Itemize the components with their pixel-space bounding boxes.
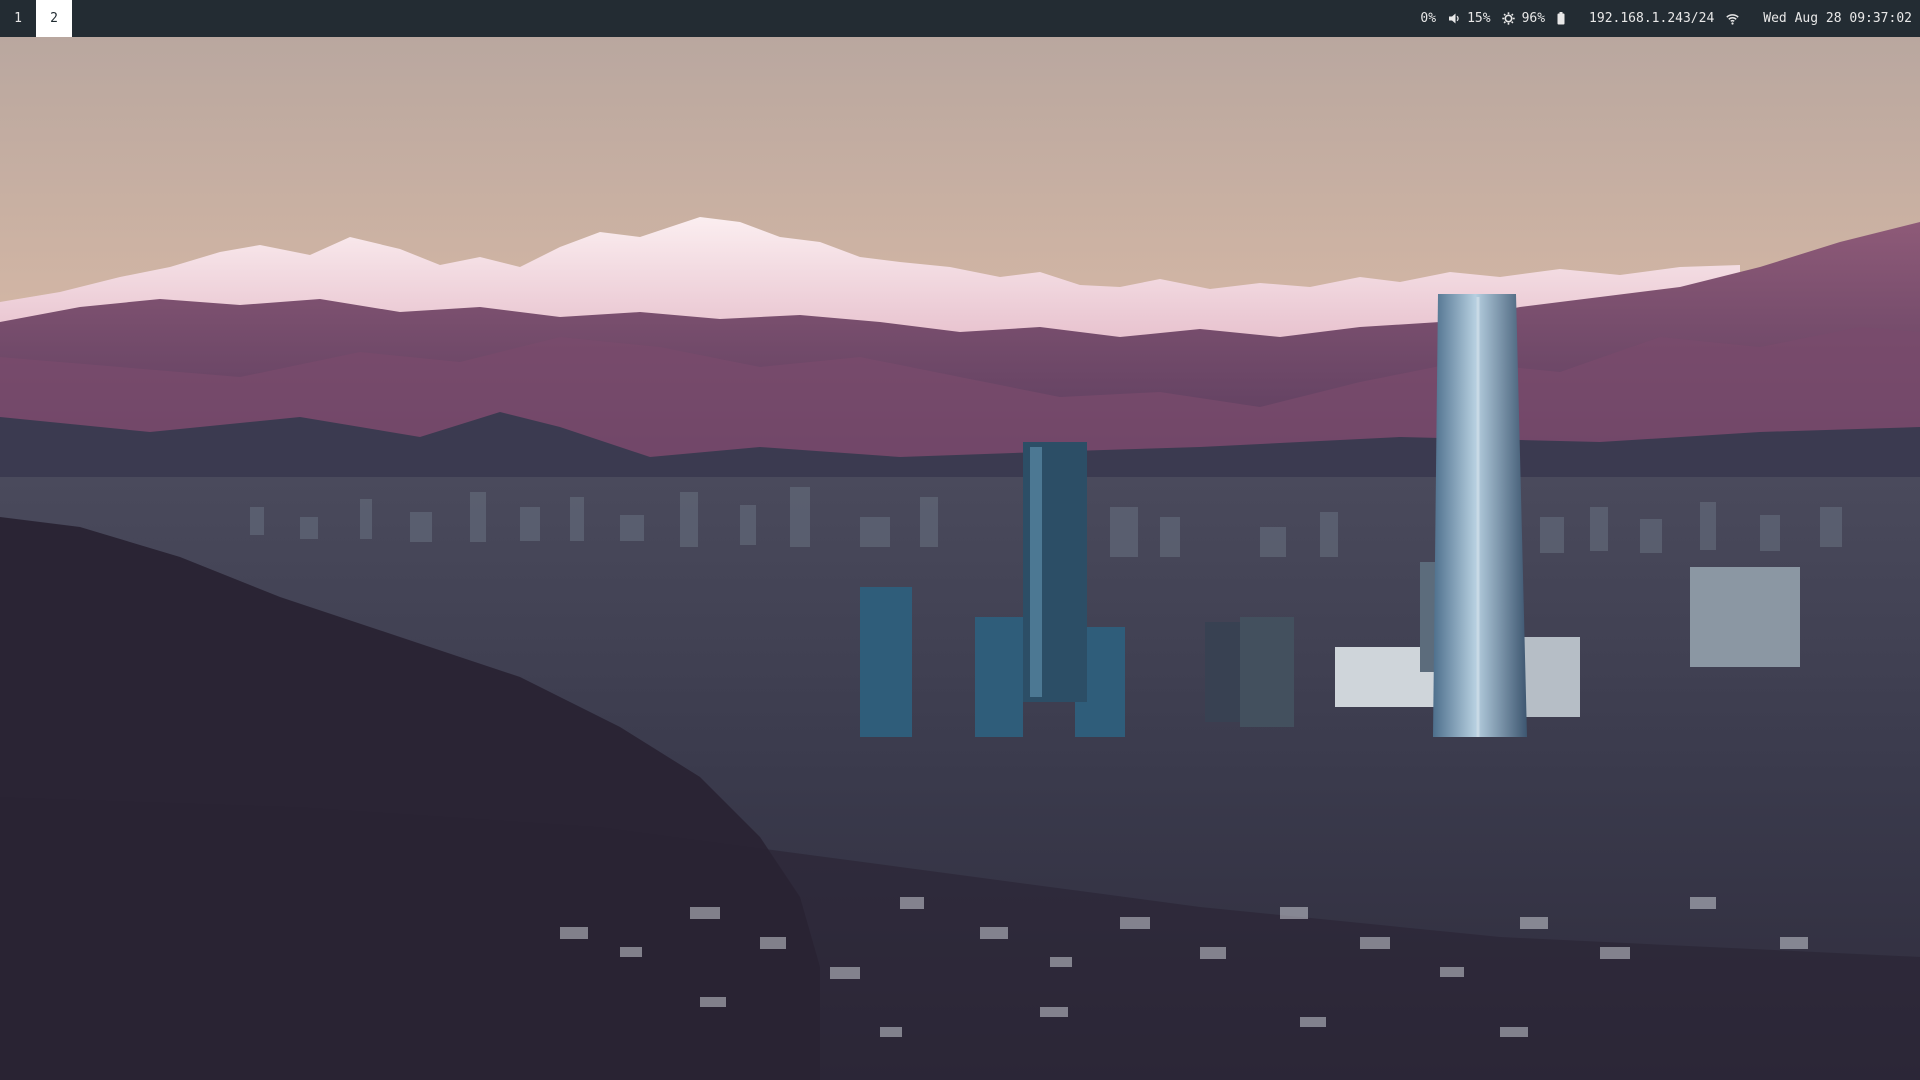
volume-indicator[interactable]: 15% bbox=[1447, 11, 1491, 26]
wallpaper-city-skyline-image bbox=[0, 37, 1920, 1080]
brightness-level: 96% bbox=[1521, 11, 1546, 26]
battery-icon[interactable] bbox=[1556, 12, 1565, 26]
workspace-button-2[interactable]: 2 bbox=[36, 0, 72, 37]
brightness-icon bbox=[1502, 12, 1516, 26]
volume-level: 15% bbox=[1467, 11, 1491, 26]
clock: Wed Aug 28 09:37:02 bbox=[1763, 11, 1912, 26]
network-address: 192.168.1.243/24 bbox=[1589, 11, 1715, 26]
wifi-icon[interactable] bbox=[1725, 12, 1739, 26]
workspace-list: 1 2 bbox=[0, 0, 72, 37]
workspace-button-1[interactable]: 1 bbox=[0, 0, 36, 37]
speaker-icon bbox=[1447, 12, 1461, 26]
desktop-wallpaper bbox=[0, 37, 1920, 1080]
top-bar: 1 2 0% 15% 96% 192.168.1.243/24 Wed Aug … bbox=[0, 0, 1920, 37]
cpu-usage: 0% bbox=[1420, 11, 1437, 26]
status-area: 0% 15% 96% 192.168.1.243/24 Wed Aug 28 0… bbox=[1420, 0, 1920, 37]
brightness-indicator[interactable]: 96% bbox=[1502, 11, 1545, 26]
